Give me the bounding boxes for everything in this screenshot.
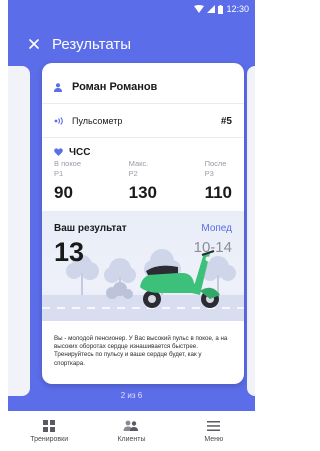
divider [42, 103, 244, 104]
hr-max: Макс. P2 130 [129, 159, 157, 203]
result-description: Вы - молодой пенсионер. У Вас высокий пу… [54, 335, 228, 367]
nav-item-trainings[interactable]: Тренировки [8, 411, 90, 451]
page-title: Результаты [52, 35, 131, 53]
result-card: Роман Романов Пульсометр #5 ЧСС В покое … [42, 63, 244, 384]
nav-label: Тренировки [30, 436, 69, 443]
close-button[interactable] [20, 30, 48, 58]
heart-rate-sensor-icon [54, 117, 63, 125]
battery-icon [218, 4, 224, 14]
sensor-label: Пульсометр [72, 116, 123, 126]
status-time: 12:30 [226, 4, 249, 14]
grid-icon [41, 419, 57, 433]
previous-card-peek[interactable] [8, 66, 30, 396]
user-name: Роман Романов [72, 81, 158, 93]
hr-after: После P3 110 [205, 159, 232, 203]
hr-value: 90 [54, 183, 73, 202]
sensor-row: Пульсометр #5 [42, 113, 244, 129]
result-type-link[interactable]: Мопед [201, 223, 232, 234]
wifi-icon [194, 5, 205, 13]
signal-icon [207, 5, 216, 13]
hr-rest: В покое P1 90 [54, 159, 81, 203]
nav-label: Клиенты [117, 436, 146, 443]
result-score: 13 [54, 237, 85, 267]
sensor-number: #5 [220, 115, 232, 127]
hr-value: 110 [204, 183, 232, 202]
hr-value: 130 [128, 183, 157, 202]
hr-label: Макс. [128, 159, 149, 168]
close-icon [29, 39, 39, 49]
hr-label: После [204, 159, 227, 168]
divider [42, 137, 244, 138]
status-icons: 12:30 [194, 4, 249, 14]
bottom-navigation: Тренировки Клиенты Меню [8, 411, 255, 451]
result-panel: Ваш результат Мопед 13 10-14 [42, 211, 244, 321]
app-bar: Результаты [8, 28, 255, 60]
page-indicator: 2 из 6 [120, 391, 143, 400]
hr-code: P1 [54, 169, 64, 178]
hr-code: P3 [204, 169, 214, 178]
menu-icon [206, 419, 222, 433]
people-icon [123, 419, 139, 433]
nav-item-menu[interactable]: Меню [173, 411, 255, 451]
nav-label: Меню [204, 436, 224, 443]
heart-rate-values: В покое P1 90 Макс. P2 130 После P3 110 [54, 159, 232, 203]
next-card-peek[interactable] [247, 66, 255, 396]
results-screen: 12:30 Результаты Роман Романов Пульсомет… [8, 0, 255, 451]
result-range: 10-14 [193, 239, 232, 256]
status-bar: 12:30 [8, 0, 255, 20]
hr-code: P2 [128, 169, 138, 178]
result-label: Ваш результат [54, 223, 127, 234]
person-icon [54, 82, 62, 92]
hr-label: В покое [54, 159, 82, 168]
heart-icon [54, 148, 63, 156]
heart-rate-title: ЧСС [69, 146, 91, 158]
user-row: Роман Романов [42, 79, 244, 95]
nav-item-clients[interactable]: Клиенты [90, 411, 172, 451]
heart-rate-header: ЧСС [42, 145, 244, 159]
